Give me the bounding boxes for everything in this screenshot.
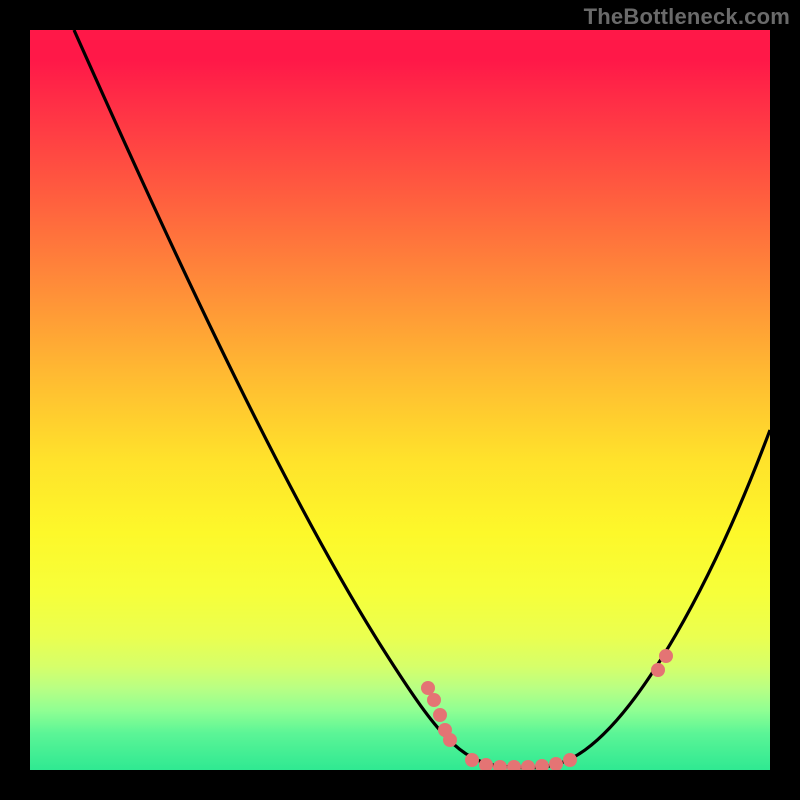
data-point: [521, 760, 535, 770]
data-point: [651, 663, 665, 677]
data-point: [659, 649, 673, 663]
plot-area: [30, 30, 770, 770]
data-point: [433, 708, 447, 722]
data-point: [549, 757, 563, 770]
data-point: [493, 760, 507, 770]
attribution-text: TheBottleneck.com: [584, 4, 790, 30]
data-point: [427, 693, 441, 707]
chart-svg: [30, 30, 770, 770]
data-point: [465, 753, 479, 767]
chart-frame: TheBottleneck.com: [0, 0, 800, 800]
data-point: [535, 759, 549, 770]
data-point: [443, 733, 457, 747]
data-point: [563, 753, 577, 767]
data-point: [421, 681, 435, 695]
data-point: [507, 760, 521, 770]
